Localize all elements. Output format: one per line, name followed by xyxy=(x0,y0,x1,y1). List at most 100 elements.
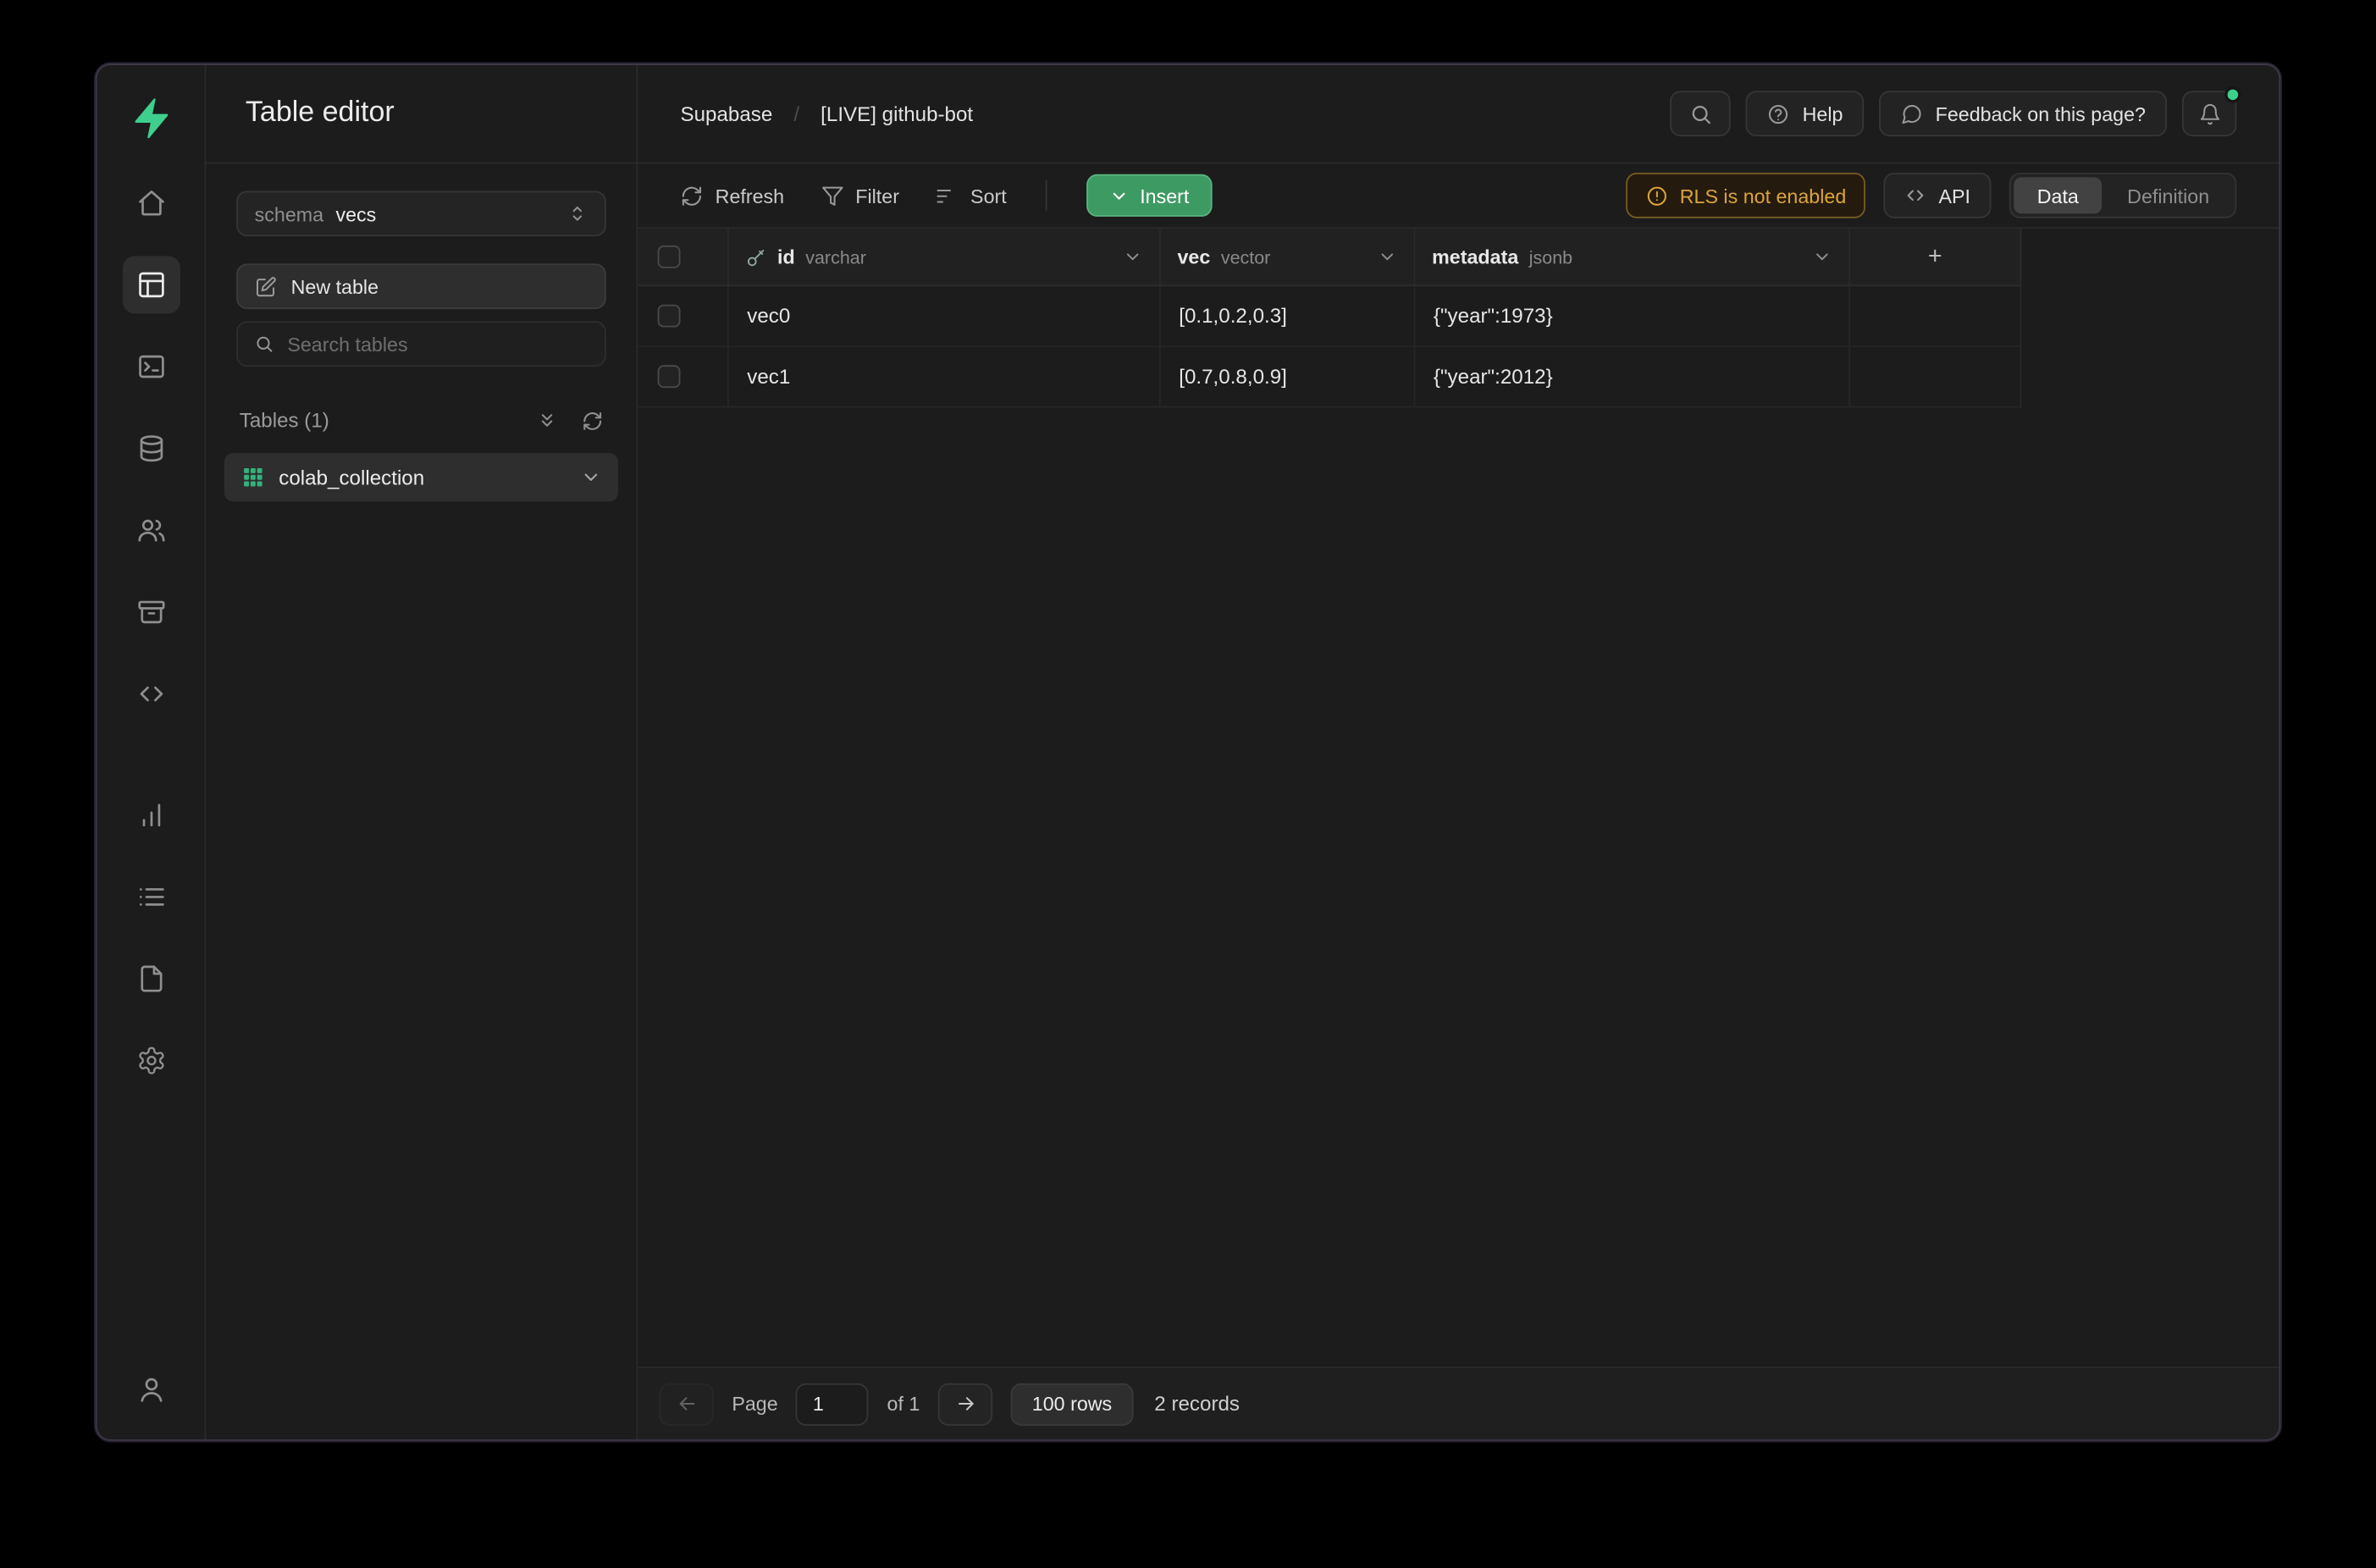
refresh-label: Refresh xyxy=(716,184,784,207)
collapse-tables-button[interactable] xyxy=(536,410,557,431)
main-panel: Supabase / [LIVE] github-bot Help Feedba… xyxy=(638,65,2279,1439)
search-tables-input[interactable] xyxy=(287,333,588,356)
cell-metadata[interactable]: {"year":1973} xyxy=(1415,286,1850,345)
table-item-label: colab_collection xyxy=(279,466,424,489)
gear-icon xyxy=(135,1046,166,1076)
previous-page-button[interactable] xyxy=(659,1383,713,1425)
rls-warning-label: RLS is not enabled xyxy=(1680,184,1847,207)
chevron-down-icon xyxy=(1109,185,1129,205)
cell-id[interactable]: vec1 xyxy=(729,347,1161,406)
sort-label: Sort xyxy=(970,184,1007,207)
cell-empty xyxy=(1850,347,2021,406)
plus-icon: + xyxy=(1928,243,1942,270)
page-title: Table editor xyxy=(246,97,395,130)
api-button[interactable]: API xyxy=(1884,173,1992,218)
edit-icon xyxy=(255,275,278,298)
list-icon xyxy=(135,882,166,913)
column-header-metadata[interactable]: metadata jsonb xyxy=(1415,229,1850,284)
sidebar-item-settings[interactable] xyxy=(122,1032,180,1090)
select-all-checkbox[interactable] xyxy=(658,246,681,268)
row-checkbox[interactable] xyxy=(658,305,681,328)
table-row[interactable]: vec1 [0.7,0.8,0.9] {"year":2012} xyxy=(638,347,2020,408)
help-button[interactable]: Help xyxy=(1746,91,1864,136)
sidebar-item-sql-editor[interactable] xyxy=(122,338,180,395)
search-button[interactable] xyxy=(1671,91,1732,136)
breadcrumb-project[interactable]: [LIVE] github-bot xyxy=(821,102,973,125)
chevrons-up-down-icon xyxy=(566,203,588,224)
sidebar-item-account[interactable] xyxy=(122,1361,180,1418)
sidebar-item-functions[interactable] xyxy=(122,665,180,723)
table-row[interactable]: vec0 [0.1,0.2,0.3] {"year":1973} xyxy=(638,286,2020,347)
top-bar: Supabase / [LIVE] github-bot Help Feedba… xyxy=(638,65,2279,163)
table-editor-sidebar: Table editor schema vecs New table T xyxy=(206,65,638,1439)
user-icon xyxy=(135,1374,166,1405)
arrow-left-icon xyxy=(675,1393,698,1416)
chevron-down-icon xyxy=(1812,247,1832,267)
sidebar-item-database[interactable] xyxy=(122,420,180,478)
breadcrumb-org[interactable]: Supabase xyxy=(681,102,773,125)
page-label: Page xyxy=(732,1393,777,1416)
chevron-down-icon xyxy=(580,467,601,488)
filter-icon xyxy=(821,184,843,207)
pagination-bar: Page of 1 100 rows 2 records xyxy=(638,1366,2279,1439)
refresh-button[interactable]: Refresh xyxy=(681,184,785,207)
refresh-tables-button[interactable] xyxy=(582,410,603,431)
insert-button[interactable]: Insert xyxy=(1087,174,1213,217)
grid-zone: id varchar vec vector metadata jsonb xyxy=(638,229,2279,1366)
of-label: of 1 xyxy=(887,1393,920,1416)
cell-metadata[interactable]: {"year":2012} xyxy=(1415,347,1850,406)
code-icon xyxy=(135,679,166,709)
data-grid: id varchar vec vector metadata jsonb xyxy=(638,229,2021,407)
users-icon xyxy=(135,515,166,545)
tab-definition[interactable]: Definition xyxy=(2104,177,2232,213)
help-label: Help xyxy=(1803,102,1843,125)
cell-vec[interactable]: [0.7,0.8,0.9] xyxy=(1161,347,1416,406)
supabase-logo[interactable] xyxy=(128,96,174,141)
next-page-button[interactable] xyxy=(938,1383,992,1425)
sidebar-item-reports[interactable] xyxy=(122,787,180,844)
sidebar-item-docs[interactable] xyxy=(122,950,180,1008)
app-window: Table editor schema vecs New table T xyxy=(96,63,2281,1441)
sidebar-item-colab-collection[interactable]: colab_collection xyxy=(224,453,618,501)
terminal-icon xyxy=(135,351,166,382)
rows-per-page-button[interactable]: 100 rows xyxy=(1011,1383,1134,1425)
add-column-button[interactable]: + xyxy=(1850,229,2021,284)
schema-select[interactable]: schema vecs xyxy=(236,190,606,236)
sidebar-item-home[interactable] xyxy=(122,174,180,232)
sidebar-item-auth[interactable] xyxy=(122,501,180,559)
column-header-vec[interactable]: vec vector xyxy=(1161,229,1416,284)
home-icon xyxy=(135,188,166,218)
tab-data[interactable]: Data xyxy=(2014,177,2102,213)
view-mode-segmented-control: Data Definition xyxy=(2010,173,2237,218)
rls-warning-badge[interactable]: RLS is not enabled xyxy=(1625,173,1865,218)
row-select-cell xyxy=(638,286,728,345)
sidebar-title: Table editor xyxy=(206,65,636,163)
sidebar-item-logs[interactable] xyxy=(122,868,180,925)
screen: Table editor schema vecs New table T xyxy=(0,0,2376,1568)
search-tables-field xyxy=(236,321,606,367)
sidebar-item-storage[interactable] xyxy=(122,583,180,641)
table-grid-icon xyxy=(241,465,266,489)
cell-id[interactable]: vec0 xyxy=(729,286,1161,345)
breadcrumb-separator: / xyxy=(793,102,799,125)
feedback-button[interactable]: Feedback on this page? xyxy=(1879,91,2167,136)
insert-label: Insert xyxy=(1140,184,1189,207)
arrow-right-icon xyxy=(954,1393,977,1416)
database-icon xyxy=(135,433,166,464)
chevrons-down-icon xyxy=(536,410,557,431)
page-input[interactable] xyxy=(796,1383,869,1425)
column-header-id[interactable]: id varchar xyxy=(729,229,1161,284)
sort-button[interactable]: Sort xyxy=(936,184,1007,207)
new-table-button[interactable]: New table xyxy=(236,263,606,309)
search-icon xyxy=(1689,102,1712,125)
filter-button[interactable]: Filter xyxy=(821,184,899,207)
notifications-button[interactable] xyxy=(2182,91,2236,136)
filter-label: Filter xyxy=(855,184,899,207)
cell-vec[interactable]: [0.1,0.2,0.3] xyxy=(1161,286,1416,345)
records-count: 2 records xyxy=(1154,1393,1240,1416)
sidebar-item-table-editor[interactable] xyxy=(122,256,180,313)
schema-select-value: vecs xyxy=(335,202,376,225)
table-editor-icon xyxy=(135,270,166,301)
row-checkbox[interactable] xyxy=(658,365,681,388)
tables-heading: Tables (1) xyxy=(236,409,606,432)
